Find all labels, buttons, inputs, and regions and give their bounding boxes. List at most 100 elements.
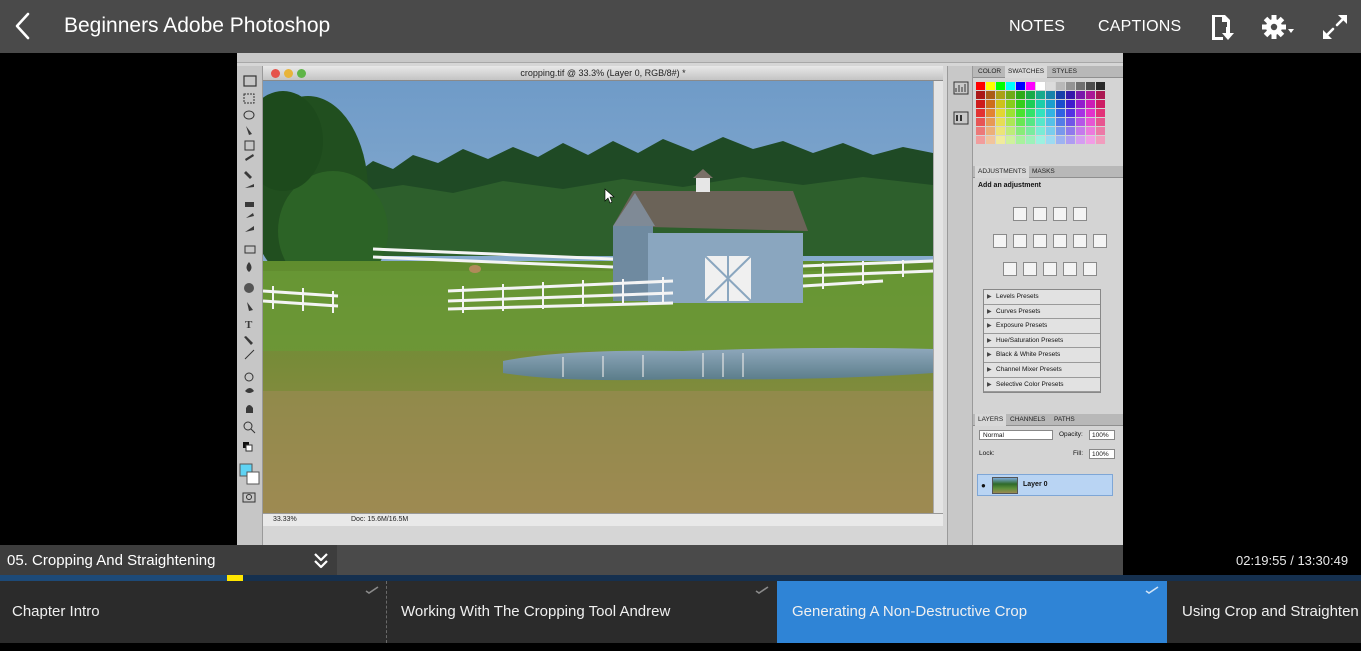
color-swatch <box>996 127 1005 135</box>
doc-size-readout: Doc: 15.6M/16.5M <box>351 516 409 523</box>
color-swatch <box>1086 100 1095 108</box>
color-swatch <box>1096 136 1105 144</box>
color-swatch <box>1046 118 1055 126</box>
color-swatch <box>1016 82 1025 90</box>
checkmark-icon <box>755 586 769 594</box>
color-swatch <box>1026 100 1035 108</box>
back-button[interactable] <box>8 10 40 42</box>
double-chevron-down-icon <box>314 553 328 569</box>
zoom-readout: 33.33% <box>273 516 297 523</box>
ps-toolbox: T <box>237 66 263 545</box>
total-time: / 13:30:49 <box>1286 553 1349 568</box>
color-swatch <box>1056 109 1065 117</box>
ps-statusbar: 33.33% Doc: 15.6M/16.5M <box>263 513 943 526</box>
color-swatch <box>1006 127 1015 135</box>
ps-panel-dock <box>947 66 973 545</box>
color-swatch <box>986 82 995 90</box>
settings-icon <box>1262 15 1294 39</box>
color-swatch <box>1086 136 1095 144</box>
color-swatch <box>1026 109 1035 117</box>
lesson-item-crop-straighten[interactable]: Using Crop and Straighten <box>1167 581 1361 643</box>
lesson-item-cropping-tool[interactable]: Working With The Cropping Tool Andrew <box>387 581 777 643</box>
color-swatch <box>1096 109 1105 117</box>
color-swatch <box>1076 136 1085 144</box>
color-swatch <box>1006 91 1015 99</box>
color-swatch <box>1046 109 1055 117</box>
color-swatch <box>986 136 995 144</box>
color-swatch <box>996 82 1005 90</box>
color-swatch <box>1056 100 1065 108</box>
color-swatch <box>1006 109 1015 117</box>
color-swatch <box>1086 91 1095 99</box>
captions-button[interactable]: CAPTIONS <box>1098 18 1181 36</box>
tab-channels: CHANNELS <box>1010 416 1046 423</box>
settings-button[interactable] <box>1260 12 1294 42</box>
download-icon <box>1212 15 1234 40</box>
notes-button[interactable]: NOTES <box>1009 18 1065 36</box>
opacity-value: 100% <box>1089 430 1115 440</box>
color-swatch <box>1036 136 1045 144</box>
color-swatch <box>1036 118 1045 126</box>
layer-thumbnail <box>992 477 1018 494</box>
color-swatch <box>1016 127 1025 135</box>
color-swatch <box>1076 100 1085 108</box>
color-swatch <box>1096 127 1105 135</box>
posterize-adjustment-icon <box>1023 262 1037 276</box>
playback-time: 02:19:55 / 13:30:49 <box>1236 553 1348 568</box>
layer-blend-row: Normal Opacity: 100% <box>977 429 1119 441</box>
photo-illustration <box>263 81 933 513</box>
lesson-item-chapter-intro[interactable]: Chapter Intro <box>0 581 387 643</box>
preset-curves: Curves Presets <box>984 305 1100 320</box>
elapsed-time: 02:19:55 <box>1236 553 1287 568</box>
color-swatch <box>986 118 995 126</box>
color-swatch <box>1016 118 1025 126</box>
bottom-edge <box>0 643 1361 651</box>
color-swatch <box>976 109 985 117</box>
levels-adjustment-icon <box>1033 207 1047 221</box>
checkmark-icon <box>1145 586 1159 594</box>
color-swatch <box>1066 91 1075 99</box>
color-swatch <box>1076 91 1085 99</box>
lesson-label: Generating A Non-Destructive Crop <box>792 603 1028 620</box>
fill-label: Fill: <box>1073 450 1084 457</box>
color-swatch <box>1036 100 1045 108</box>
chapter-selector[interactable]: 05. Cropping And Straightening <box>0 545 337 575</box>
color-swatch <box>1006 118 1015 126</box>
color-swatch <box>1046 91 1055 99</box>
color-swatch <box>1046 82 1055 90</box>
adjustment-presets-list: Levels Presets Curves Presets Exposure P… <box>983 289 1101 393</box>
lesson-label: Working With The Cropping Tool Andrew <box>401 603 671 620</box>
histogram-icon <box>953 81 969 125</box>
color-swatch <box>1056 91 1065 99</box>
color-swatch <box>1086 109 1095 117</box>
tab-adjustments: ADJUSTMENTS <box>975 166 1030 178</box>
color-swatch <box>986 91 995 99</box>
opacity-label: Opacity: <box>1059 431 1083 438</box>
color-swatch <box>986 100 995 108</box>
adjustments-panel-tabs: ADJUSTMENTS MASKS <box>973 166 1123 178</box>
color-swatch <box>1086 127 1095 135</box>
color-swatch <box>976 127 985 135</box>
color-swatch <box>1026 91 1035 99</box>
top-bar: Beginners Adobe Photoshop NOTES CAPTIONS <box>0 0 1361 53</box>
download-button[interactable] <box>1208 12 1238 42</box>
ps-document-window: cropping.tif @ 33.3% (Layer 0, RGB/8#) * <box>263 66 943 526</box>
fullscreen-button[interactable] <box>1320 12 1350 42</box>
color-swatch <box>1096 91 1105 99</box>
color-swatch <box>1006 82 1015 90</box>
color-swatch <box>1076 118 1085 126</box>
swatch-grid <box>976 82 1105 144</box>
color-swatch <box>996 100 1005 108</box>
tab-masks: MASKS <box>1032 168 1055 175</box>
lesson-item-non-destructive-crop[interactable]: Generating A Non-Destructive Crop <box>777 581 1167 643</box>
layers-panel-tabs: LAYERS CHANNELS PATHS <box>973 414 1123 426</box>
preset-levels: Levels Presets <box>984 290 1100 305</box>
color-swatch <box>976 100 985 108</box>
threshold-adjustment-icon <box>1043 262 1057 276</box>
layer-lock-row: Lock: Fill: 100% <box>977 448 1119 460</box>
lesson-label: Chapter Intro <box>12 603 100 620</box>
color-swatch <box>1066 118 1075 126</box>
black-white-adjustment-icon <box>1053 234 1067 248</box>
video-player[interactable]: T cropping.tif @ 33.3% (Layer 0, RGB/8#) <box>237 53 1123 545</box>
color-swatch <box>1066 136 1075 144</box>
